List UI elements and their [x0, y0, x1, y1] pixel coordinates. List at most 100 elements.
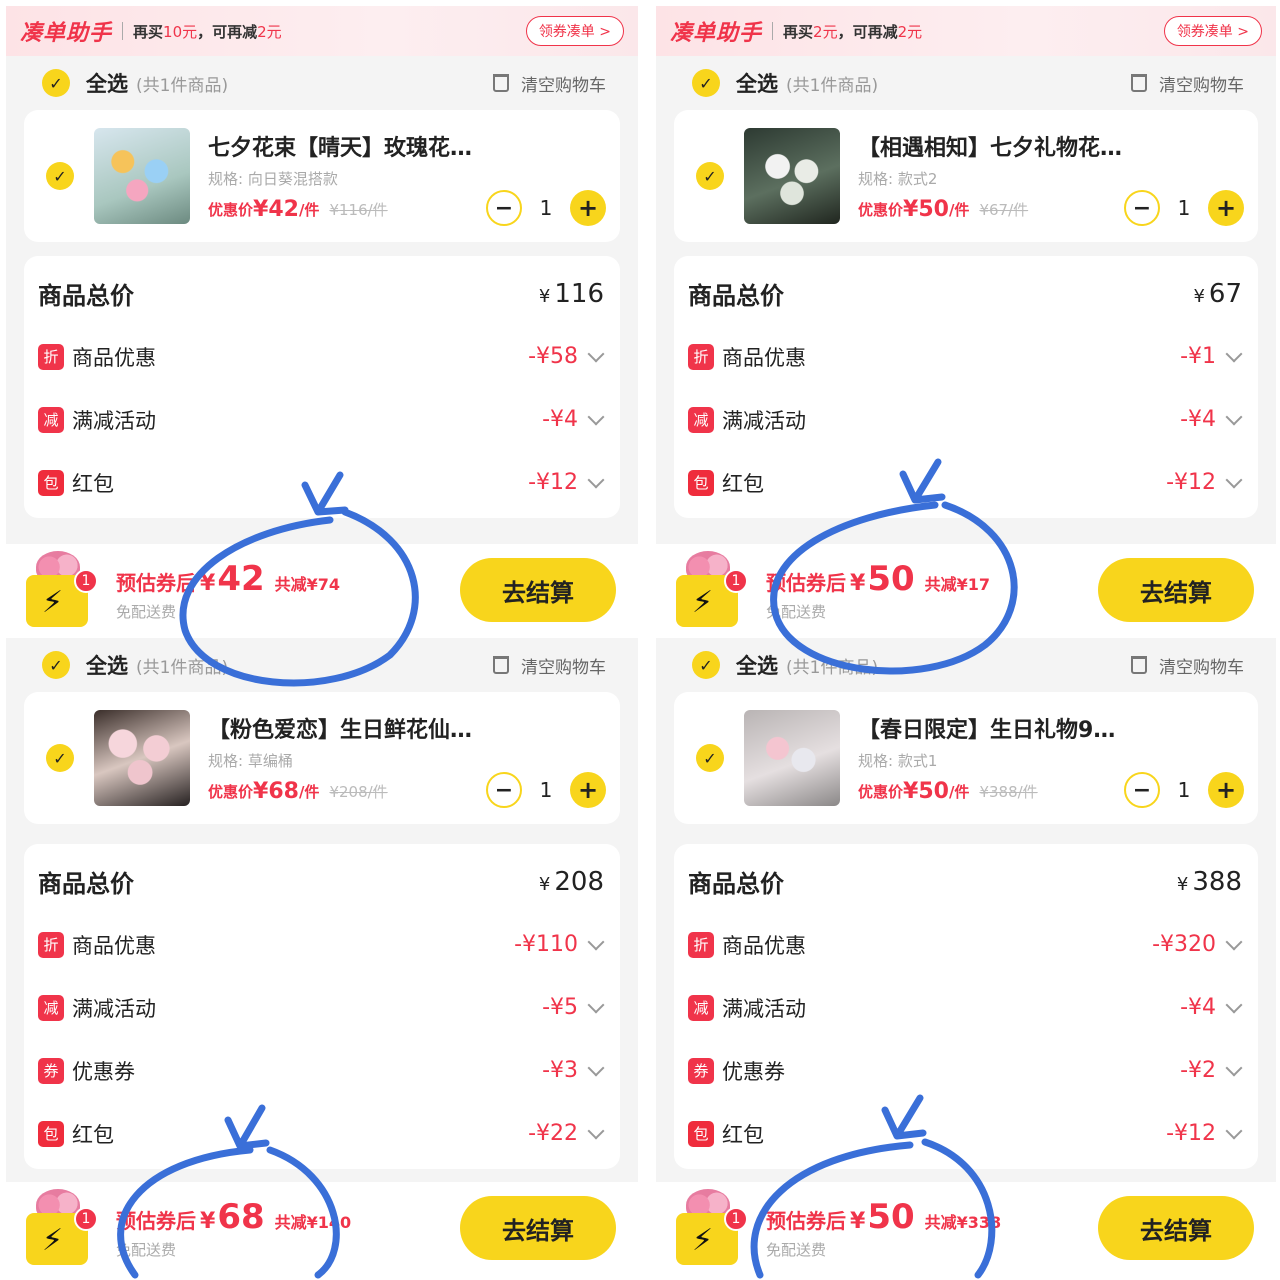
- clear-cart-button[interactable]: 清空购物车: [1131, 71, 1244, 96]
- checkout-button[interactable]: 去结算: [460, 1196, 616, 1260]
- original-price: ¥116/件: [329, 201, 388, 219]
- discount-row[interactable]: 包红包 -¥22: [38, 1102, 606, 1165]
- checkout-button[interactable]: 去结算: [1098, 558, 1254, 622]
- clear-cart-button[interactable]: 清空购物车: [1131, 653, 1244, 678]
- checkmark-icon[interactable]: ✓: [696, 162, 724, 190]
- discount-value: -¥110: [514, 932, 578, 957]
- quantity-value[interactable]: 1: [522, 778, 570, 802]
- select-all-label[interactable]: 全选: [736, 650, 778, 680]
- discount-row[interactable]: 券优惠券 -¥3: [38, 1039, 606, 1102]
- discount-tag-icon: 减: [38, 406, 64, 433]
- shopping-bag-icon[interactable]: ⚡ 1: [22, 1189, 98, 1267]
- minus-button[interactable]: −: [486, 772, 522, 808]
- get-coupon-button[interactable]: 领券凑单 >: [1163, 16, 1262, 46]
- get-coupon-button[interactable]: 领券凑单 >: [525, 16, 624, 46]
- select-all-label[interactable]: 全选: [86, 68, 128, 98]
- chevron-down-icon[interactable]: [1225, 345, 1243, 362]
- chevron-down-icon[interactable]: [1225, 1059, 1243, 1076]
- minus-button[interactable]: −: [486, 190, 522, 226]
- quantity-value[interactable]: 1: [1160, 778, 1208, 802]
- select-all-label[interactable]: 全选: [86, 650, 128, 680]
- estimate-block: 预估券后 ¥42 共减¥74 免配送费: [116, 559, 340, 622]
- select-all-label[interactable]: 全选: [736, 68, 778, 98]
- checkmark-icon[interactable]: ✓: [46, 162, 74, 190]
- discount-row[interactable]: 减满减活动 -¥4: [688, 976, 1244, 1039]
- product-image[interactable]: [94, 128, 190, 224]
- price-summary: 商品总价 ¥67 折商品优惠 -¥1 减满减活动 -¥4 包红包 -¥12: [674, 256, 1258, 518]
- price-row: 优惠价 ¥50 /件 ¥388/件: [858, 779, 1124, 804]
- discount-value: -¥4: [1180, 995, 1216, 1020]
- chevron-down-icon[interactable]: [587, 1122, 605, 1139]
- chevron-down-icon[interactable]: [1225, 933, 1243, 950]
- clear-cart-button[interactable]: 清空购物车: [493, 653, 606, 678]
- minus-button[interactable]: −: [1124, 772, 1160, 808]
- chevron-down-icon[interactable]: [1225, 1122, 1243, 1139]
- divider: [772, 22, 774, 40]
- product-image[interactable]: [94, 710, 190, 806]
- checkmark-icon[interactable]: ✓: [692, 69, 720, 97]
- chevron-down-icon[interactable]: [587, 471, 605, 488]
- discount-row[interactable]: 包红包 -¥12: [688, 451, 1244, 514]
- plus-button[interactable]: +: [1208, 772, 1244, 808]
- total-price: ¥388: [1176, 866, 1242, 897]
- discount-value: -¥5: [542, 995, 578, 1020]
- product-spec[interactable]: 规格: 草编桶: [208, 750, 486, 771]
- checkmark-icon[interactable]: ✓: [42, 651, 70, 679]
- discount-row[interactable]: 折商品优惠 -¥58: [38, 325, 606, 388]
- clear-cart-button[interactable]: 清空购物车: [493, 71, 606, 96]
- product-name[interactable]: 【相遇相知】七夕礼物花店鲜花...: [858, 130, 1124, 162]
- discount-row[interactable]: 折商品优惠 -¥1: [688, 325, 1244, 388]
- product-image[interactable]: [744, 128, 840, 224]
- coupon-tag-icon: 券: [38, 1057, 64, 1084]
- plus-button[interactable]: +: [570, 190, 606, 226]
- product-name[interactable]: 七夕花束【晴天】玫瑰花混搭花...: [208, 130, 486, 162]
- chevron-down-icon[interactable]: [1225, 408, 1243, 425]
- quantity-value[interactable]: 1: [1160, 196, 1208, 220]
- product-image[interactable]: [744, 710, 840, 806]
- quantity-value[interactable]: 1: [522, 196, 570, 220]
- shopping-bag-icon[interactable]: ⚡ 1: [672, 1189, 748, 1267]
- discount-label: 商品优惠: [72, 933, 156, 958]
- product-spec[interactable]: 规格: 款式2: [858, 168, 1124, 189]
- chevron-down-icon[interactable]: [587, 933, 605, 950]
- discount-row[interactable]: 减满减活动 -¥4: [688, 388, 1244, 451]
- product-name[interactable]: 【粉色爱恋】生日鲜花仙子之吻...: [208, 712, 486, 744]
- product-name[interactable]: 【春日限定】生日礼物9朵曼塔玫...: [858, 712, 1124, 744]
- discount-row[interactable]: 折商品优惠 -¥110: [38, 913, 606, 976]
- checkmark-icon[interactable]: ✓: [692, 651, 720, 679]
- product-spec[interactable]: 规格: 向日葵混搭款: [208, 168, 486, 189]
- promo-text: 再买10元，可再减2元: [133, 22, 282, 41]
- checkmark-icon[interactable]: ✓: [42, 69, 70, 97]
- discount-label: 商品优惠: [72, 345, 156, 370]
- checkmark-icon[interactable]: ✓: [46, 744, 74, 772]
- chevron-down-icon[interactable]: [587, 1059, 605, 1076]
- cart-badge: 1: [724, 569, 748, 593]
- checkmark-icon[interactable]: ✓: [696, 744, 724, 772]
- discount-row[interactable]: 减满减活动 -¥4: [38, 388, 606, 451]
- cart-badge: 1: [724, 1207, 748, 1231]
- discount-value: -¥12: [1166, 1121, 1216, 1146]
- product-spec[interactable]: 规格: 款式1: [858, 750, 1124, 771]
- minus-button[interactable]: −: [1124, 190, 1160, 226]
- checkout-button[interactable]: 去结算: [1098, 1196, 1254, 1260]
- discount-tag-icon: 减: [38, 994, 64, 1021]
- chevron-down-icon[interactable]: [587, 408, 605, 425]
- checkout-button[interactable]: 去结算: [460, 558, 616, 622]
- discount-row[interactable]: 券优惠券 -¥2: [688, 1039, 1244, 1102]
- chevron-down-icon[interactable]: [587, 345, 605, 362]
- discount-row[interactable]: 包红包 -¥12: [688, 1102, 1244, 1165]
- price-unit: /件: [298, 201, 320, 219]
- shopping-bag-icon[interactable]: ⚡ 1: [22, 551, 98, 629]
- discount-row[interactable]: 减满减活动 -¥5: [38, 976, 606, 1039]
- chevron-down-icon[interactable]: [1225, 471, 1243, 488]
- plus-button[interactable]: +: [570, 772, 606, 808]
- shopping-bag-icon[interactable]: ⚡ 1: [672, 551, 748, 629]
- item-count: (共1件商品): [786, 657, 879, 678]
- chevron-down-icon[interactable]: [587, 996, 605, 1013]
- discount-value: -¥12: [1166, 470, 1216, 495]
- plus-button[interactable]: +: [1208, 190, 1244, 226]
- discount-row[interactable]: 折商品优惠 -¥320: [688, 913, 1244, 976]
- chevron-down-icon[interactable]: [1225, 996, 1243, 1013]
- discount-row[interactable]: 包红包 -¥12: [38, 451, 606, 514]
- estimate-label: 预估券后: [766, 1208, 846, 1233]
